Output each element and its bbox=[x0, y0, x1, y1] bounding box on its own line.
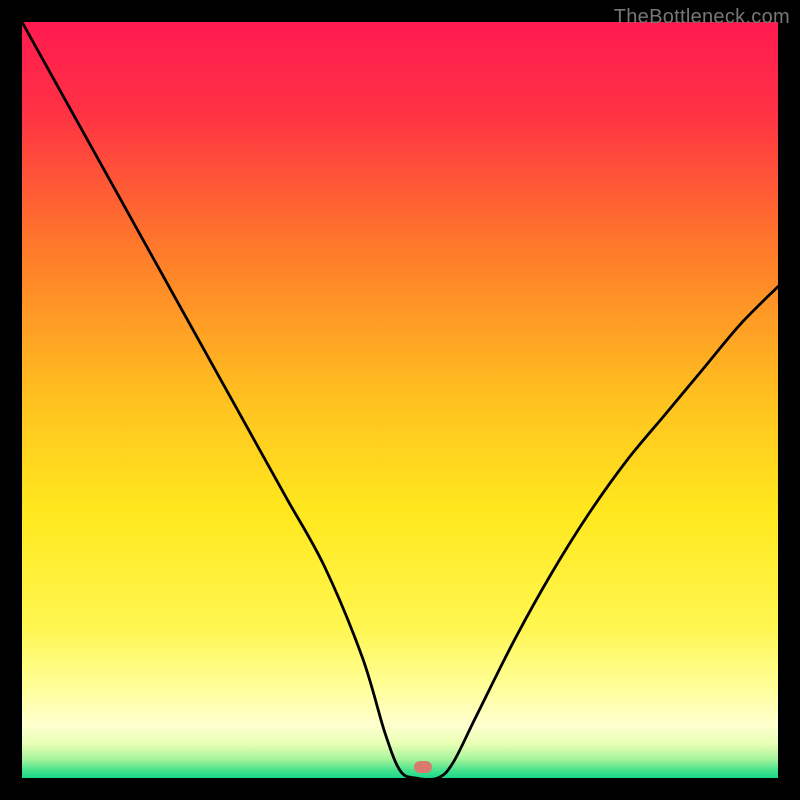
chart-svg bbox=[22, 22, 778, 778]
gradient-background bbox=[22, 22, 778, 778]
chart-plot-area bbox=[22, 22, 778, 778]
watermark-text: TheBottleneck.com bbox=[614, 6, 790, 29]
optimum-marker bbox=[414, 761, 432, 773]
chart-frame: TheBottleneck.com bbox=[0, 0, 800, 800]
